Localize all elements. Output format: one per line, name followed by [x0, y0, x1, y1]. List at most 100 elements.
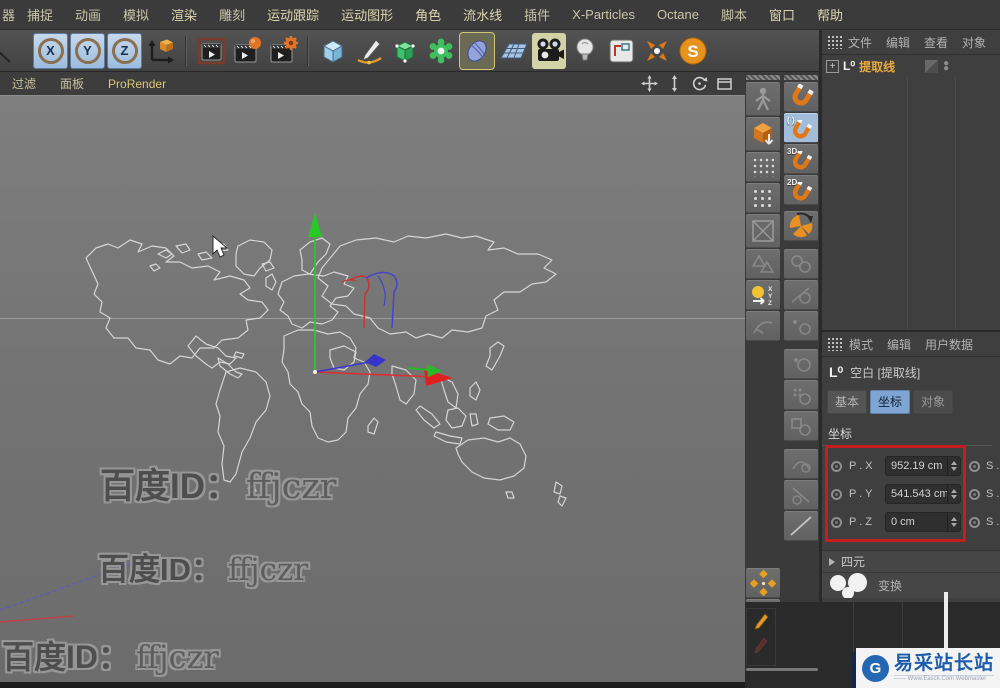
menu-item-render[interactable]: 渲染 [160, 5, 208, 24]
menu-item-partial[interactable]: 器 [0, 5, 16, 24]
texture-mode-button[interactable] [746, 152, 780, 182]
snap-option-button[interactable] [784, 249, 818, 279]
keyframe-circle[interactable] [831, 460, 842, 472]
xpresso-button[interactable] [640, 33, 674, 69]
model-mode-button[interactable] [746, 117, 780, 151]
menu-item-script[interactable]: 脚本 [710, 5, 758, 24]
quantize-rotate-button[interactable] [784, 211, 818, 241]
render-to-picture-viewer-button[interactable] [230, 33, 264, 69]
normal-mode-button[interactable] [746, 311, 780, 341]
snap-option-button[interactable] [784, 280, 818, 310]
guide-line-button[interactable] [784, 511, 818, 541]
pz-input[interactable] [886, 513, 947, 531]
expand-icon[interactable]: + [826, 59, 839, 73]
zoom-view-icon[interactable] [666, 75, 683, 92]
snap-option-button[interactable] [784, 349, 818, 379]
menu-item-motion-tracking[interactable]: 运动跟踪 [256, 5, 330, 24]
menu-item-capture[interactable]: 捕捉 [16, 5, 64, 24]
toggle-view-icon[interactable] [716, 75, 733, 92]
menu-item-plugins[interactable]: 插件 [513, 5, 561, 24]
auto-snap-button[interactable]: ( ) [784, 113, 818, 143]
workplane-mode-button[interactable] [746, 183, 780, 213]
px-input[interactable] [886, 457, 947, 475]
x-axis-lock-button[interactable]: X [33, 32, 68, 69]
keyframe-circle[interactable] [831, 516, 842, 528]
menu-item-sculpt[interactable]: 雕刻 [208, 5, 256, 24]
light-button[interactable] [568, 33, 602, 69]
px-stepper[interactable] [947, 457, 960, 475]
z-axis-lock-button[interactable]: Z [107, 32, 142, 69]
tab-object[interactable]: 对象 [913, 390, 954, 414]
snap-option-button[interactable] [784, 311, 818, 341]
floor-grid-button[interactable] [496, 33, 530, 69]
om-menu-file[interactable]: 文件 [848, 34, 872, 51]
panel-resize-handle[interactable] [746, 668, 818, 671]
quaternion-section[interactable]: 四元 [822, 550, 1000, 572]
keyframe-circle[interactable] [969, 488, 980, 500]
menu-item-animation[interactable]: 动画 [64, 5, 112, 24]
viewport-menu-filter[interactable]: 过滤 [0, 75, 48, 92]
am-menu-mode[interactable]: 模式 [849, 336, 873, 353]
axis-modify-button[interactable]: X Y Z [746, 280, 780, 310]
snap-option-button[interactable] [784, 480, 818, 510]
sketch-style-button[interactable]: S [676, 33, 710, 69]
am-menu-userdata[interactable]: 用户数据 [925, 336, 973, 353]
viewport-menu-panel[interactable]: 面板 [48, 75, 96, 92]
y-axis-lock-button[interactable]: Y [70, 32, 105, 69]
om-menu-view[interactable]: 查看 [924, 34, 948, 51]
pz-stepper[interactable] [947, 513, 960, 531]
menu-item-help[interactable]: 帮助 [806, 5, 854, 24]
character-mode-button[interactable] [746, 82, 780, 116]
object-item-label[interactable]: 提取线 [859, 58, 895, 75]
panel-drag-handle[interactable] [827, 35, 842, 49]
snap-option-button[interactable] [784, 411, 818, 441]
snap-2d-button[interactable]: 2D [784, 175, 818, 205]
camera-button[interactable] [532, 32, 566, 69]
tab-coordinates[interactable]: 坐标 [870, 390, 911, 414]
coordinate-system-button[interactable] [144, 33, 178, 69]
pan-view-icon[interactable] [641, 75, 658, 92]
object-manager-body[interactable] [822, 77, 1000, 329]
menu-item-octane[interactable]: Octane [646, 7, 710, 22]
om-menu-object[interactable]: 对象 [962, 34, 986, 51]
menu-item-simulate[interactable]: 模拟 [112, 5, 160, 24]
menu-item-window[interactable]: 窗口 [758, 5, 806, 24]
render-settings-button[interactable] [266, 33, 300, 69]
render-view-button[interactable] [194, 33, 228, 69]
transform-section[interactable]: 变换 [822, 572, 1000, 598]
layer-color-icon[interactable] [925, 59, 939, 73]
toolbar-drag-handle[interactable] [746, 75, 780, 80]
object-tree-item[interactable]: + L⁰ 提取线 ● ● [822, 55, 1000, 77]
py-stepper[interactable] [947, 485, 960, 503]
keyframe-circle[interactable] [831, 488, 842, 500]
points-mode-button[interactable] [746, 249, 780, 279]
viewport-menu-prorender[interactable]: ProRender [96, 77, 178, 91]
viewport-solo-button[interactable] [746, 568, 780, 598]
snap-option-button[interactable] [784, 380, 818, 410]
enable-snap-button[interactable] [784, 82, 818, 112]
snap-option-button[interactable] [784, 449, 818, 479]
menu-item-pipeline[interactable]: 流水线 [452, 5, 513, 24]
visibility-dots-icon[interactable]: ● ● [943, 59, 949, 74]
menu-item-mograph[interactable]: 运动图形 [330, 5, 404, 24]
nurbs-shell-button[interactable] [459, 31, 495, 70]
uv-mode-button[interactable] [746, 214, 780, 248]
pen-small-icon[interactable] [752, 612, 770, 632]
om-menu-edit[interactable]: 编辑 [886, 34, 910, 51]
add-cube-button[interactable] [316, 33, 350, 69]
tab-basic[interactable]: 基本 [827, 390, 868, 414]
brush-small-icon[interactable] [752, 636, 770, 656]
py-input[interactable] [886, 485, 947, 503]
am-menu-edit[interactable]: 编辑 [887, 336, 911, 353]
subdivide-button[interactable] [388, 33, 422, 69]
keyframe-circle[interactable] [969, 516, 980, 528]
3d-viewport[interactable]: 百度ID： ffjczr 百度ID： ffjczr 百度ID： ffjczr [0, 96, 745, 682]
panel-drag-handle[interactable] [827, 337, 843, 351]
menu-item-xparticles[interactable]: X-Particles [561, 7, 646, 22]
generator-button[interactable] [424, 33, 458, 69]
pen-spline-button[interactable] [352, 33, 386, 69]
toolbar-drag-handle[interactable] [784, 75, 818, 80]
display-mode-button[interactable] [604, 33, 638, 69]
rotate-view-icon[interactable] [691, 75, 708, 92]
snap-3d-button[interactable]: 3D [784, 144, 818, 174]
